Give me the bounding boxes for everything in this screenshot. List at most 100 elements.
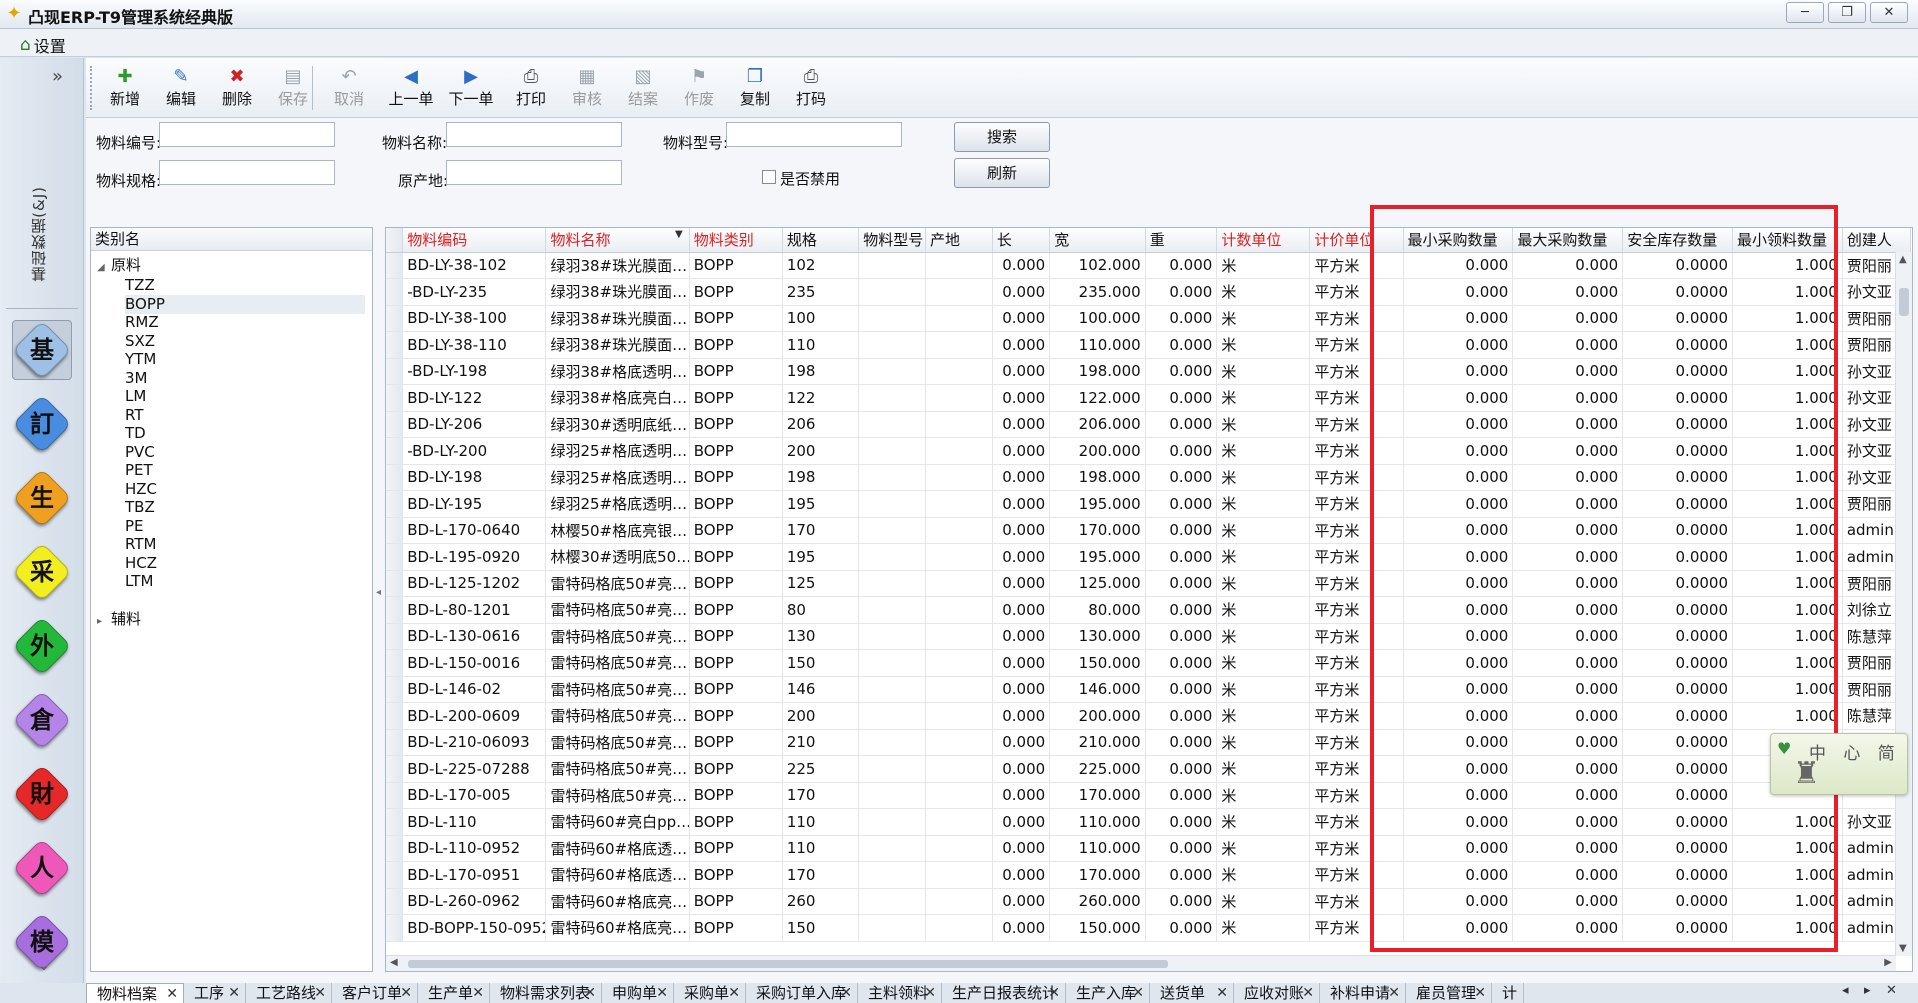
table-cell[interactable]: 170 [782,782,860,809]
table-cell[interactable]: 0.000 [1403,808,1514,836]
add-button[interactable]: ✚ 新增 [100,66,150,112]
tree-node-category[interactable]: PE [125,517,144,536]
table-cell[interactable]: 200 [782,437,860,465]
table-cell[interactable]: 0.000 [1512,411,1624,438]
copy-button[interactable]: ❐ 复制 [730,66,780,112]
table-cell[interactable]: BOPP [689,649,783,677]
table-cell[interactable]: BD-L-150-0016 [402,649,547,677]
tree-node-category[interactable]: RTM [125,535,156,554]
table-cell[interactable]: BOPP [689,623,783,650]
table-cell[interactable] [858,649,927,677]
table-cell[interactable] [925,517,993,544]
table-row[interactable]: BD-L-80-1201 雷特码格底50#亮… BOPP 80 0.000 80.000 0… [386,596,1912,624]
table-cell[interactable]: 0.000 [992,305,1051,332]
floating-widget[interactable]: ♥ 中 心 简 ♜ [1770,733,1908,795]
table-cell[interactable]: 206 [782,411,860,438]
table-cell[interactable]: BOPP [689,278,783,306]
table-cell[interactable]: 1.000 [1732,888,1843,915]
table-cell[interactable]: 雷特码格底50#亮… [545,596,690,624]
table-cell[interactable]: 0.0000 [1622,835,1734,862]
table-cell[interactable]: 米 [1216,543,1311,571]
table-cell[interactable]: 0.000 [1512,570,1624,597]
row-indicator[interactable] [386,888,404,915]
table-cell[interactable]: 0.000 [1403,384,1514,412]
table-cell[interactable]: BOPP [689,570,783,597]
table-cell[interactable]: 平方米 [1309,278,1404,306]
table-cell[interactable]: 雷特码60#格底透… [545,835,690,862]
table-cell[interactable]: BD-L-80-1201 [402,596,547,624]
table-cell[interactable]: 绿羽38#格底亮白… [545,384,690,412]
table-cell[interactable]: 雷特码格底50#亮… [545,755,690,783]
table-row[interactable]: BD-L-125-1202 雷特码格底50#亮… BOPP 125 0.000 125.0… [386,570,1912,597]
table-cell[interactable]: 米 [1216,278,1311,306]
table-cell[interactable]: 0.0000 [1622,649,1734,677]
table-cell[interactable]: 0.000 [1145,331,1218,359]
table-cell[interactable]: 绿羽25#格底透明… [545,464,690,491]
table-cell[interactable]: 米 [1216,649,1311,677]
table-cell[interactable]: 1.000 [1732,649,1843,677]
table-row[interactable]: BD-L-146-02 雷特码格底50#亮… BOPP 146 0.000 146.000… [386,676,1912,703]
table-cell[interactable]: 米 [1216,490,1311,518]
table-cell[interactable]: BD-LY-195 [402,490,547,518]
table-cell[interactable]: 0.000 [1403,570,1514,597]
table-cell[interactable]: 0.000 [1145,464,1218,491]
refresh-button[interactable]: 刷新 [954,158,1050,188]
table-cell[interactable]: 米 [1216,702,1311,730]
table-cell[interactable]: 0.0000 [1622,543,1734,571]
table-cell[interactable]: 0.000 [1403,835,1514,862]
tab-close-icon[interactable]: ✕ [472,983,484,1003]
row-indicator[interactable] [386,358,404,385]
scroll-up-icon[interactable]: ▲ [1899,254,1907,265]
table-cell[interactable]: BD-BOPP-150-0952 [402,914,547,942]
table-cell[interactable]: 平方米 [1309,252,1404,279]
row-indicator[interactable] [386,623,404,650]
tab-close-icon[interactable]: ✕ [1302,983,1314,1003]
table-cell[interactable]: 0.000 [992,331,1051,359]
restore-button[interactable]: ❐ [1828,2,1866,23]
row-indicator[interactable] [386,676,404,703]
table-cell[interactable] [925,358,993,385]
table-cell[interactable]: 绿羽30#透明底纸… [545,411,690,438]
table-cell[interactable]: 雷特码格底50#亮… [545,702,690,730]
table-cell[interactable] [858,411,927,438]
table-cell[interactable]: 绿羽38#珠光膜面… [545,331,690,359]
row-indicator[interactable] [386,808,404,836]
table-cell[interactable]: 0.000 [1512,755,1624,783]
expand-triangle-icon[interactable]: ▸ [97,611,111,633]
table-cell[interactable]: 0.000 [1512,331,1624,359]
table-cell[interactable]: 米 [1216,411,1311,438]
nav-module-warehouse[interactable]: 倉 [12,690,72,750]
table-cell[interactable]: 110 [782,835,860,862]
column-header[interactable]: 最大采购数量 [1512,228,1624,253]
tab-scroll-left-icon[interactable]: ◂ [1842,983,1849,998]
table-cell[interactable]: 0.0000 [1622,570,1734,597]
table-cell[interactable] [925,490,993,518]
tab-item[interactable]: 采购订单入库 ✕ [746,983,858,1003]
table-cell[interactable]: 195 [782,490,860,518]
save-button[interactable]: ▤ 保存 [268,66,318,112]
table-cell[interactable]: 1.000 [1732,623,1843,650]
table-cell[interactable]: 0.000 [1403,623,1514,650]
table-cell[interactable]: 米 [1216,305,1311,332]
table-cell[interactable]: 195.000 [1049,490,1146,518]
tree-node-category[interactable]: HZC [125,480,157,499]
table-cell[interactable]: 102 [782,252,860,279]
table-cell[interactable]: 0.000 [1403,411,1514,438]
nav-module-personnel[interactable]: 人 [12,838,72,898]
row-indicator[interactable] [386,305,404,332]
table-row[interactable]: BD-L-130-0616 雷特码格底50#亮… BOPP 130 0.000 130.0… [386,623,1912,650]
table-cell[interactable]: 0.000 [992,676,1051,703]
table-cell[interactable]: 米 [1216,755,1311,783]
table-cell[interactable]: 0.000 [992,464,1051,491]
tree-node-raw-materials[interactable]: ◢ 原料 [97,254,141,276]
column-header[interactable]: 产地 [925,228,993,253]
horizontal-scrollbar[interactable]: ◀ ▶ [386,955,1896,971]
table-cell[interactable]: 平方米 [1309,517,1404,544]
table-cell[interactable]: 平方米 [1309,835,1404,862]
table-row[interactable]: BD-L-225-07288 雷特码格底50#亮… BOPP 225 0.000 225.… [386,755,1912,783]
row-indicator[interactable] [386,384,404,412]
tab-close-icon[interactable]: ✕ [1216,983,1228,1003]
next-button[interactable]: ▶ 下一单 [446,66,496,112]
table-cell[interactable]: 0.000 [1145,252,1218,279]
tab-item[interactable]: 补料申请 ✕ [1320,983,1406,1003]
